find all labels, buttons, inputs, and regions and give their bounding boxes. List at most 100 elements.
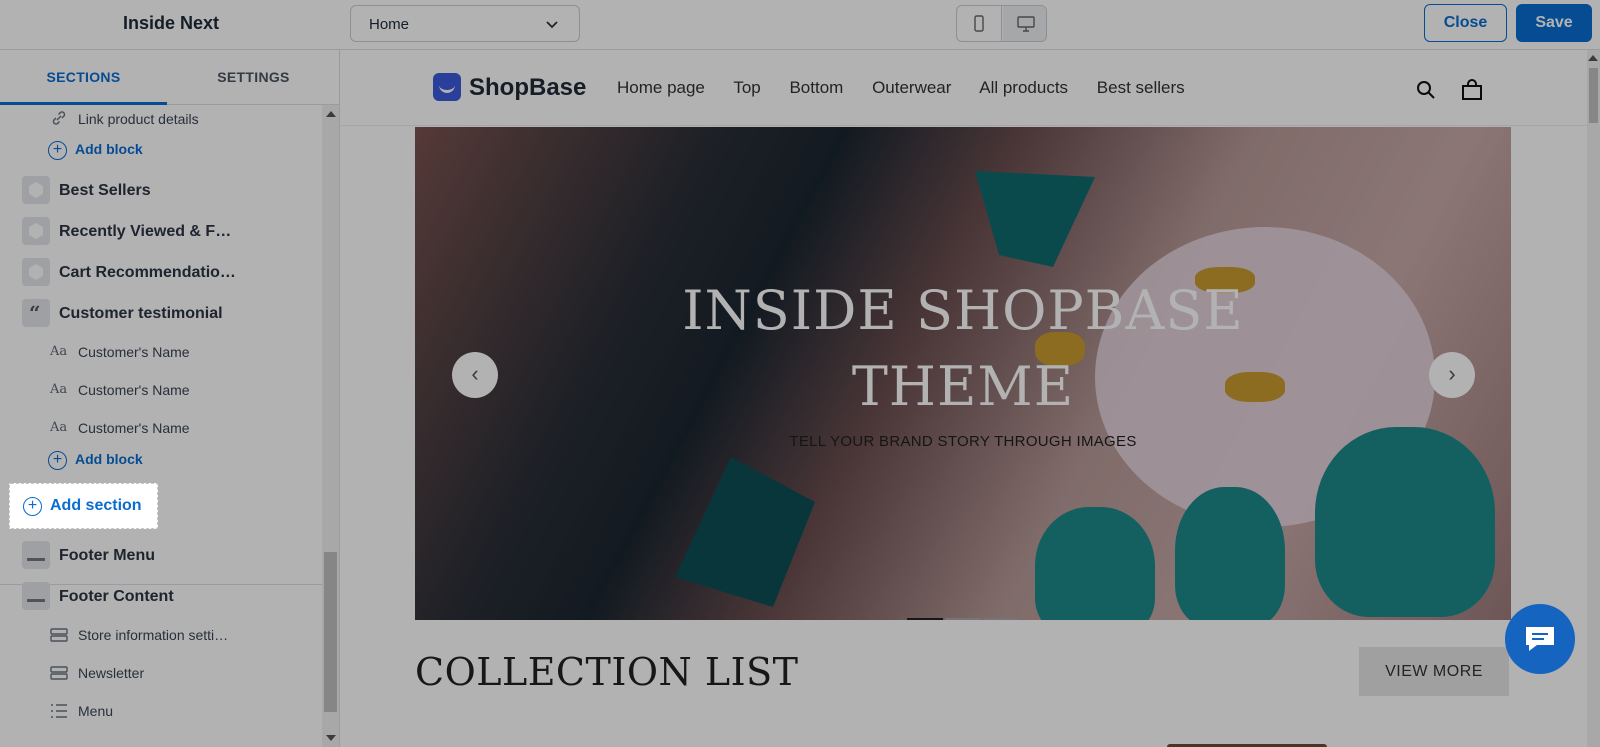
page-select[interactable]: Home [350, 5, 580, 42]
nav-item-bottom[interactable]: Bottom [789, 78, 843, 97]
editor-sidebar: SECTIONS SETTINGS Link product details +… [0, 50, 340, 747]
block-item-customer-name[interactable]: Aa Customer's Name [0, 376, 322, 404]
mobile-icon [974, 15, 984, 32]
add-section-label: Add section [50, 497, 142, 514]
settings-block-icon [50, 666, 68, 680]
desktop-view-button[interactable] [1003, 6, 1046, 41]
device-toggle [956, 5, 1047, 42]
section-item-cart-recommendation[interactable]: Cart Recommendatio… [0, 256, 322, 290]
add-block-button[interactable]: + Add block [48, 141, 143, 160]
footer-icon [22, 541, 50, 569]
store-preview: ShopBase Home page Top Bottom Outerwear … [341, 50, 1600, 747]
chevron-left-icon: ‹ [471, 361, 479, 386]
block-label: Link product details [78, 111, 199, 127]
hero-image-shape [675, 457, 815, 607]
preview-scrollbar[interactable] [1587, 50, 1600, 747]
add-block-button[interactable]: + Add block [48, 451, 143, 470]
section-label: Recently Viewed & F… [59, 223, 232, 240]
link-icon [52, 111, 66, 125]
mobile-view-button[interactable] [957, 6, 1002, 41]
sidebar-tabs: SECTIONS SETTINGS [0, 50, 339, 105]
section-item-best-sellers[interactable]: Best Sellers [0, 174, 322, 208]
hero-subtitle: TELL YOUR BRAND STORY THROUGH IMAGES [789, 433, 1137, 450]
scroll-thumb[interactable] [324, 552, 337, 712]
block-label: Store information setti… [78, 627, 229, 643]
section-label: Footer Menu [59, 547, 155, 564]
add-block-label: Add block [75, 141, 143, 158]
nav-item-all-products[interactable]: All products [979, 78, 1068, 97]
block-item-customer-name[interactable]: Aa Customer's Name [0, 414, 322, 442]
section-item-recently-viewed[interactable]: Recently Viewed & F… [0, 215, 322, 249]
block-label: Menu [78, 703, 114, 719]
hero-image-shape [1315, 427, 1495, 617]
nav-item-top[interactable]: Top [733, 78, 760, 97]
sidebar-scrollbar[interactable] [322, 105, 339, 747]
add-section-button[interactable]: + Add section [9, 483, 158, 529]
hexagon-icon [22, 258, 50, 286]
block-item-link-product-details[interactable]: Link product details [0, 105, 322, 131]
hero-image-shape [975, 171, 1095, 267]
collection-list-title: COLLECTION LIST [415, 650, 799, 694]
section-tree: Link product details + Add block Best Sel… [0, 105, 322, 747]
section-item-footer-content[interactable]: Footer Content [0, 580, 322, 614]
section-item-footer-menu[interactable]: Footer Menu [0, 539, 322, 573]
block-item-newsletter[interactable]: Newsletter [0, 659, 322, 687]
chevron-down-icon [546, 21, 558, 29]
store-header: ShopBase Home page Top Bottom Outerwear … [341, 50, 1587, 126]
plus-circle-icon: + [48, 451, 67, 470]
chat-button[interactable] [1505, 604, 1575, 674]
nav-item-home-page[interactable]: Home page [617, 78, 705, 97]
block-item-menu[interactable]: Menu [0, 697, 322, 725]
block-label: Customer's Name [78, 344, 190, 360]
hero-image-shape [1035, 507, 1155, 620]
close-button[interactable]: Close [1424, 4, 1507, 42]
shopbase-logo-icon [433, 73, 461, 101]
save-button[interactable]: Save [1516, 4, 1592, 42]
quote-icon: “ [22, 299, 50, 327]
block-item-store-information[interactable]: Store information setti… [0, 621, 322, 649]
hero-slideshow: INSIDE SHOPBASE THEME TELL YOUR BRAND ST… [415, 127, 1511, 620]
hero-image-shape [1175, 487, 1285, 620]
page-select-value: Home [369, 16, 410, 33]
slide-indicators [907, 607, 1021, 620]
hexagon-icon [22, 176, 50, 204]
block-label: Customer's Name [78, 382, 190, 398]
scroll-up-arrow-icon[interactable] [326, 111, 336, 117]
nav-item-best-sellers[interactable]: Best sellers [1097, 78, 1185, 97]
shopping-bag-icon[interactable] [1461, 79, 1483, 101]
section-label: Cart Recommendatio… [59, 264, 236, 281]
store-nav: Home page Top Bottom Outerwear All produ… [617, 78, 1209, 98]
slide-indicator[interactable] [945, 618, 981, 620]
section-label: Customer testimonial [59, 305, 223, 322]
block-label: Newsletter [78, 665, 145, 681]
footer-icon [22, 582, 50, 610]
slide-next-button[interactable]: › [1429, 352, 1475, 398]
view-more-button[interactable]: VIEW MORE [1359, 647, 1509, 696]
chevron-right-icon: › [1448, 361, 1456, 386]
chat-bubble-icon [1526, 627, 1554, 651]
menu-list-icon [51, 704, 67, 718]
add-block-label: Add block [75, 451, 143, 468]
text-icon: Aa [50, 382, 68, 397]
tab-settings[interactable]: SETTINGS [170, 50, 337, 105]
block-item-customer-name[interactable]: Aa Customer's Name [0, 338, 322, 366]
scroll-down-arrow-icon[interactable] [326, 735, 336, 741]
hero-title: INSIDE SHOPBASE THEME [415, 273, 1511, 425]
slide-indicator-active[interactable] [907, 618, 943, 620]
slide-prev-button[interactable]: ‹ [452, 352, 498, 398]
text-icon: Aa [50, 344, 68, 359]
theme-title: Inside Next [123, 13, 220, 33]
logo-text: ShopBase [469, 74, 587, 101]
scroll-thumb[interactable] [1589, 68, 1598, 123]
hero-title-line: INSIDE SHOPBASE [682, 279, 1244, 342]
nav-item-outerwear[interactable]: Outerwear [872, 78, 951, 97]
section-item-customer-testimonial[interactable]: “ Customer testimonial [0, 297, 322, 331]
plus-circle-icon: + [23, 497, 42, 516]
search-icon[interactable] [1416, 80, 1436, 100]
scroll-up-arrow-icon[interactable] [1588, 55, 1598, 61]
tab-sections[interactable]: SECTIONS [0, 50, 167, 105]
plus-circle-icon: + [48, 141, 67, 160]
editor-topbar: Inside Next Home Close Save [0, 0, 1600, 50]
block-label: Customer's Name [78, 420, 190, 436]
slide-indicator[interactable] [983, 618, 1019, 620]
